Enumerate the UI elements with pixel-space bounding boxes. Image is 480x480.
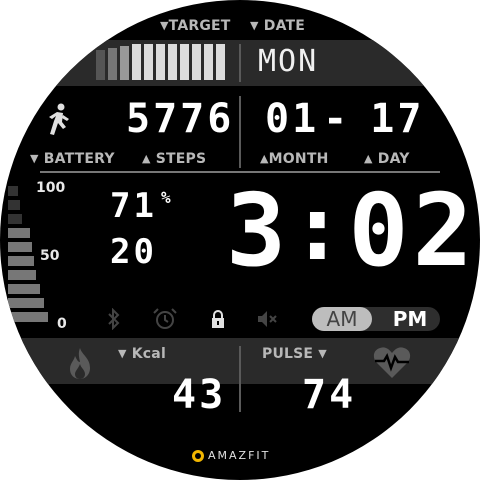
day-value: 17 bbox=[370, 96, 425, 142]
steps-date-divider bbox=[239, 96, 241, 168]
battery-percent-unit: % bbox=[160, 188, 171, 207]
month-label: ▲MONTH bbox=[260, 151, 329, 167]
battery-bar bbox=[8, 242, 32, 252]
running-person-icon bbox=[46, 103, 72, 137]
battery-bar bbox=[8, 200, 20, 210]
battery-percent-value: 71 bbox=[110, 186, 157, 226]
target-progress-segment bbox=[132, 44, 141, 80]
date-value: 01 - 17 bbox=[265, 96, 424, 142]
brand-logo-mark-inner bbox=[195, 453, 201, 459]
brand-name: AMAZFIT bbox=[208, 449, 271, 462]
battery-bar bbox=[8, 256, 34, 266]
target-progress-bar bbox=[96, 44, 228, 80]
day-label: ▲ DAY bbox=[364, 151, 410, 167]
am-pm-indicator: AM PM bbox=[312, 307, 440, 331]
watch-face: ▼TARGET ▼ DATE MON 5776 01 - 17 ▼ BATTER… bbox=[0, 0, 480, 480]
target-progress-segment bbox=[144, 44, 153, 80]
battery-bar bbox=[8, 186, 18, 196]
steps-label: ▲ STEPS bbox=[142, 151, 207, 167]
target-progress-segment bbox=[108, 48, 117, 80]
target-progress-segment bbox=[216, 44, 225, 80]
bluetooth-icon bbox=[106, 308, 122, 330]
bottom-divider bbox=[239, 346, 241, 412]
kcal-label: ▼ Kcal bbox=[118, 346, 166, 362]
lock-icon bbox=[210, 309, 226, 329]
battery-scale-0: 0 bbox=[57, 316, 67, 332]
battery-bar bbox=[8, 298, 44, 308]
steps-value: 5776 bbox=[126, 96, 235, 142]
time-hour: 3 bbox=[226, 172, 287, 289]
month-value: 01 bbox=[265, 96, 320, 142]
battery-bar bbox=[8, 270, 36, 280]
kcal-value: 43 bbox=[172, 372, 227, 418]
battery-bar bbox=[8, 284, 40, 294]
pm-label: PM bbox=[392, 307, 428, 331]
temperature-value: 20 bbox=[110, 232, 157, 272]
top-divider bbox=[239, 44, 241, 82]
date-label: ▼ DATE bbox=[250, 18, 306, 34]
battery-bar bbox=[8, 214, 22, 224]
am-label: AM bbox=[312, 307, 372, 331]
battery-scale-50: 50 bbox=[40, 248, 60, 264]
flame-icon bbox=[66, 346, 94, 380]
target-progress-segment bbox=[156, 44, 165, 80]
battery-percent: 71 % bbox=[110, 186, 171, 226]
target-label: ▼TARGET bbox=[160, 18, 231, 34]
alarm-icon bbox=[152, 307, 178, 331]
target-progress-segment bbox=[168, 44, 177, 80]
time-display: 3 : 02 bbox=[226, 176, 477, 286]
time-minute: 02 bbox=[348, 172, 477, 289]
heart-rate-icon bbox=[372, 344, 412, 380]
target-progress-segment bbox=[120, 46, 129, 80]
target-progress-segment bbox=[96, 50, 105, 80]
pulse-value: 74 bbox=[302, 372, 357, 418]
battery-label: ▼ BATTERY bbox=[30, 151, 115, 167]
battery-bar bbox=[8, 228, 30, 238]
time-colon: : bbox=[290, 176, 345, 281]
mute-icon bbox=[256, 309, 278, 329]
target-progress-segment bbox=[192, 44, 201, 80]
battery-scale-100: 100 bbox=[36, 180, 66, 196]
date-separator: - bbox=[323, 96, 351, 142]
battery-bar bbox=[8, 312, 48, 322]
target-progress-segment bbox=[180, 44, 189, 80]
day-of-week: MON bbox=[258, 44, 319, 79]
target-progress-segment bbox=[204, 44, 213, 80]
pulse-label: PULSE ▼ bbox=[262, 346, 327, 362]
